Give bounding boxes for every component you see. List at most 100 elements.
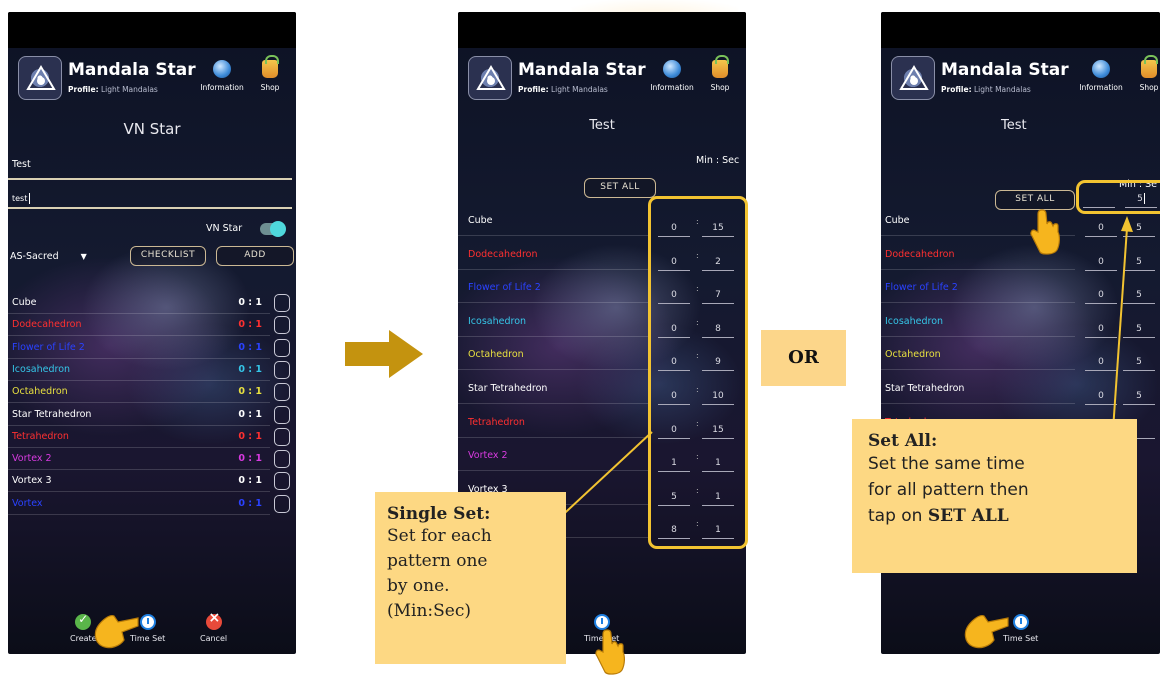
row-divider [8,491,270,493]
pattern-name: Icosahedron [468,315,527,327]
pattern-name: Icosahedron [885,315,944,327]
shop-label: Shop [260,83,280,92]
row-divider [458,335,648,337]
row-divider [881,335,1075,337]
pattern-checkbox[interactable] [274,405,290,424]
pattern-name: Vortex [12,497,43,509]
text-cursor [29,193,31,204]
pattern-name: Flower of Life 2 [468,282,541,294]
pattern-name: Dodecahedron [468,248,538,260]
pattern-checkbox[interactable] [274,494,290,513]
shopping-basket-icon [1141,55,1158,78]
information-label: Information [200,83,244,92]
pattern-checkbox[interactable] [274,316,290,335]
set-all-callout: Set All: Set the same time for all patte… [852,419,1137,573]
add-button[interactable]: ADD [216,246,294,266]
pattern-name: Dodecahedron [885,248,955,260]
pattern-checkbox[interactable] [274,383,290,402]
pattern-checkbox[interactable] [274,427,290,446]
set-all-title: Set All: [868,431,938,451]
pattern-checkbox[interactable] [274,450,290,469]
checkmark-icon [75,612,92,630]
globe-icon [663,60,681,78]
status-bar [458,12,746,48]
pattern-name: Vortex 2 [468,450,508,462]
row-divider [8,357,270,359]
profile-line: Profile: Light Mandalas [518,85,608,94]
set-all-body: Set the same time for all pattern then t… [868,451,1121,529]
shop-button[interactable]: Shop [698,55,742,92]
set-all-button[interactable]: SET ALL [584,178,656,198]
pattern-name: Octahedron [885,349,941,361]
pattern-name: Tetrahedron [468,416,525,428]
information-button[interactable]: Information [200,60,244,92]
dropdown-arrow-icon: ▼ [80,252,87,261]
shop-button[interactable]: Shop [248,55,292,92]
row-divider [458,302,648,304]
row-divider [8,513,270,515]
pattern-checkbox[interactable] [274,294,290,312]
pattern-name: Tetrahedron [12,430,69,442]
pattern-name: Cube [468,215,493,226]
pattern-name: Cube [12,297,37,308]
pointing-hand-icon [1030,209,1060,255]
shop-label: Shop [710,83,730,92]
app-header: Mandala Star Profile: Light Mandalas Inf… [881,48,1160,110]
pointing-hand-icon [94,615,139,649]
row-divider [8,379,270,381]
app-logo [468,56,512,100]
timer-icon [1012,614,1029,630]
pattern-name: Octahedron [468,349,524,361]
profile-line: Profile: Light Mandalas [941,85,1031,94]
pattern-time: 0 : 1 [238,453,262,465]
callout-pointer-arrow [1112,216,1133,431]
set-all-button[interactable]: SET ALL [995,190,1075,210]
name-input[interactable]: Test [12,159,31,170]
pattern-name: Cube [885,215,910,226]
timer-icon [139,614,156,630]
phone-screen-create: Mandala Star Profile: Light Mandalas Inf… [8,12,296,654]
row-divider [881,403,1075,404]
information-label: Information [650,83,694,92]
row-divider [458,369,648,371]
pattern-time: 0 : 1 [238,475,262,487]
pattern-checkbox[interactable] [274,338,290,357]
profile-label: Profile: [68,85,99,94]
row-divider [881,268,1075,270]
shop-button[interactable]: Shop [1127,55,1160,92]
pattern-time: 0 : 1 [238,341,262,353]
vn-star-toggle[interactable] [260,221,286,237]
pattern-time: 0 : 1 [238,430,262,442]
pattern-name: Flower of Life 2 [12,341,85,353]
category-dropdown-value: AS-Sacred [10,251,59,262]
pattern-checkbox[interactable] [274,360,290,379]
pattern-name: Vortex 3 [12,475,52,487]
pattern-time: 0 : 1 [238,363,262,375]
app-header: Mandala Star Profile: Light Mandalas Inf… [458,48,746,110]
single-set-title: Single Set: [387,504,491,524]
profile-value: Light Mandalas [550,85,608,94]
single-set-callout: Single Set: Set for each pattern one by … [375,492,566,664]
tutorial-canvas: Mandala Star Profile: Light Mandalas Inf… [0,0,1160,679]
vn-star-toggle-label: VN Star [206,223,243,234]
cancel-button[interactable]: Cancel [200,610,227,643]
pattern-name: Vortex 2 [12,453,52,465]
information-button[interactable]: Information [650,60,694,92]
cancel-x-icon [205,610,222,630]
pattern-name: Octahedron [12,386,68,398]
profile-label: Profile: [941,85,972,94]
pattern-checkbox[interactable] [274,472,290,491]
description-input[interactable]: test [12,193,31,204]
row-divider [8,424,270,426]
category-dropdown[interactable]: AS-Sacred ▼ [10,251,87,262]
pattern-name: Star Tetrahedron [12,408,92,420]
information-button[interactable]: Information [1079,60,1123,92]
screen-title: VN Star [123,120,181,138]
name-input-underline [8,178,292,180]
checklist-button[interactable]: CHECKLIST [130,246,206,266]
right-arrow-icon [345,330,423,378]
app-logo [18,56,62,100]
pattern-time: 0 : 1 [238,386,262,398]
min-sec-header: Min : Sec [696,155,740,166]
status-bar [8,12,296,48]
